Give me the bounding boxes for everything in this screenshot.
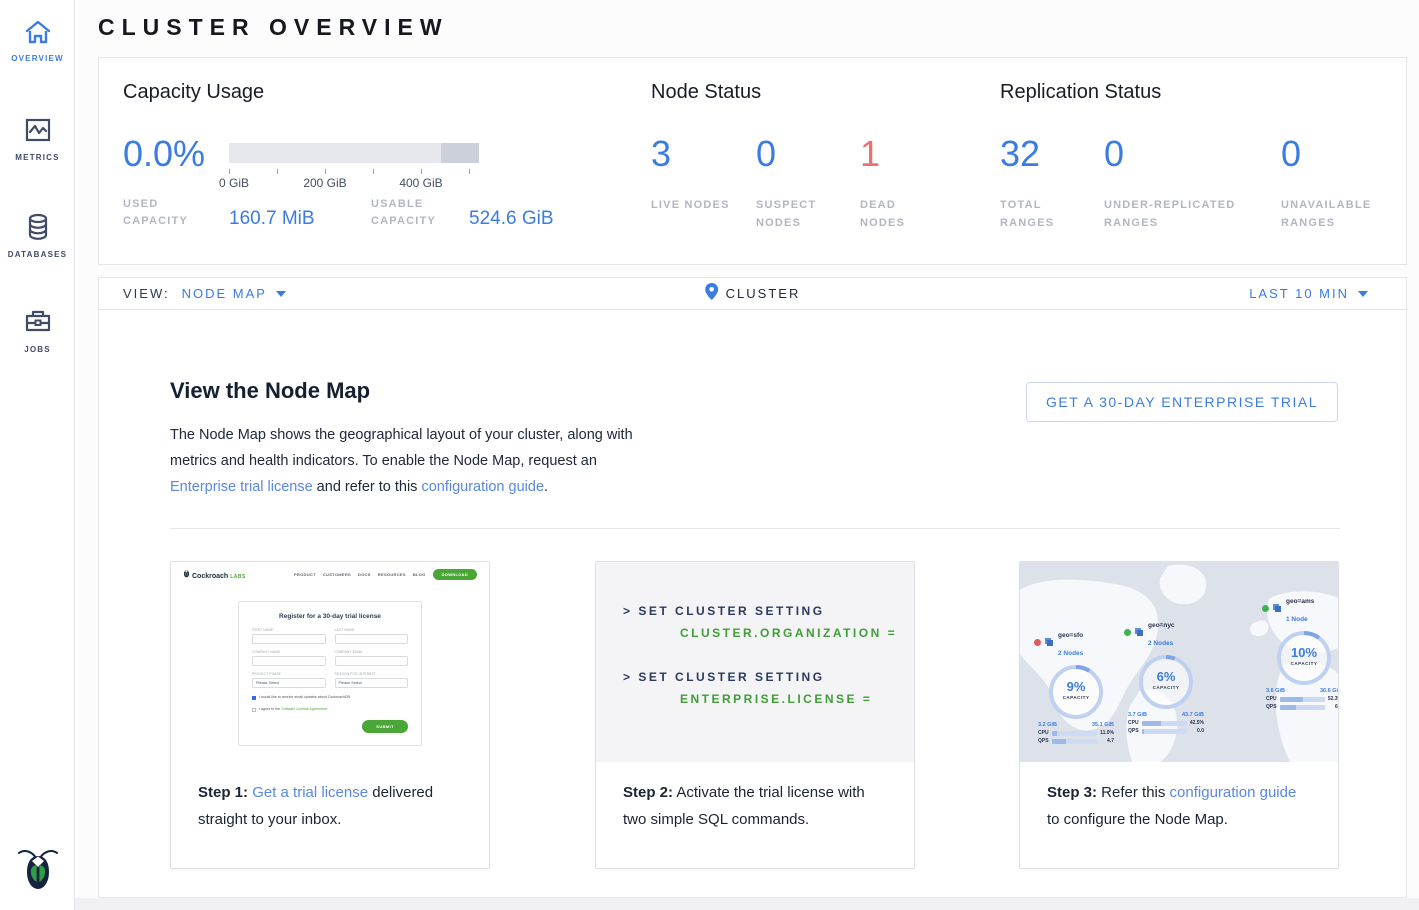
checkbox-icon	[252, 708, 256, 712]
node-map-locality-sfo: geo=sfo2 Nodes 9% CAPACITY 3.2 GiB35.1 G…	[1028, 624, 1124, 744]
suspect-nodes-label: SUSPECT NODES	[756, 196, 836, 232]
home-icon	[23, 18, 53, 46]
sql-commands-illustration: > SET CLUSTER SETTING CLUSTER.ORGANIZATI…	[596, 562, 914, 762]
cockroachdb-logo[interactable]	[0, 844, 75, 892]
live-nodes-label: LIVE NODES	[651, 196, 731, 214]
description-text: .	[544, 479, 548, 495]
axis-tick	[229, 169, 230, 174]
node-map-locality-nyc: geo=nyc2 Nodes 6% CAPACITY 3.7 GiB43.7 G…	[1118, 614, 1214, 734]
cluster-summary-card: Capacity Usage 0.0% 0 GiB 200 GiB 400 Gi…	[98, 57, 1407, 265]
axis-tick	[325, 169, 326, 174]
node-status-title: Node Status	[651, 81, 761, 104]
step2-caption: Step 2: Activate the trial license with …	[596, 762, 914, 833]
metrics-icon	[23, 117, 53, 145]
usable-capacity-label: USABLE CAPACITY	[371, 196, 461, 230]
under-replicated-ranges-label: UNDER-REPLICATED RANGES	[1104, 196, 1264, 232]
description-text: The Node Map shows the geographical layo…	[170, 427, 633, 469]
axis-tick	[469, 169, 470, 174]
node-map-locality-ams: geo=ams1 Node 10% CAPACITY 3.6 GiB36.6 G…	[1256, 590, 1338, 710]
warning-status-dot	[1034, 639, 1041, 646]
step2-card: > SET CLUSTER SETTING CLUSTER.ORGANIZATI…	[595, 561, 915, 869]
total-ranges-label: TOTAL RANGES	[1000, 196, 1080, 232]
healthy-status-dot	[1124, 629, 1131, 636]
step1-card: Cockroach LABS PRODUCT CUSTOMERS DOCS RE…	[170, 561, 490, 869]
unavailable-ranges-value: 0	[1281, 133, 1301, 175]
checkbox-checked-icon	[252, 696, 256, 700]
axis-tick-label: 200 GiB	[303, 176, 346, 190]
time-range-value: LAST 10 MIN	[1249, 286, 1349, 301]
sidebar-label-databases: DATABASES	[8, 250, 67, 259]
sidebar: OVERVIEW METRICS DATABASES JOBS	[0, 0, 75, 910]
step3-caption: Step 3: Refer this configuration guide t…	[1020, 762, 1338, 833]
trial-registration-form-image: Register for a 30-day trial license FIRS…	[238, 601, 422, 746]
page-background-strip	[75, 898, 1419, 910]
trial-signup-screenshot: Cockroach LABS PRODUCT CUSTOMERS DOCS RE…	[171, 562, 489, 762]
get-trial-license-link[interactable]: Get a trial license	[252, 784, 368, 801]
section-description: The Node Map shows the geographical layo…	[170, 422, 638, 500]
node-map-preview-image: geo=sfo2 Nodes 9% CAPACITY 3.2 GiB35.1 G…	[1020, 562, 1338, 762]
sidebar-item-jobs[interactable]: JOBS	[0, 289, 75, 368]
databases-icon	[23, 212, 53, 242]
configuration-guide-link[interactable]: configuration guide	[421, 479, 544, 495]
capacity-used-percent: 0.0%	[123, 133, 205, 175]
download-button-image: DOWNLOAD	[433, 569, 477, 580]
chevron-down-icon	[1358, 291, 1368, 297]
sidebar-item-metrics[interactable]: METRICS	[0, 99, 75, 176]
jobs-icon	[22, 307, 54, 337]
cockroach-labs-logo: Cockroach LABS	[183, 569, 246, 580]
step3-card: geo=sfo2 Nodes 9% CAPACITY 3.2 GiB35.1 G…	[1019, 561, 1339, 869]
usable-capacity-value: 524.6 GiB	[469, 208, 554, 230]
time-range-dropdown[interactable]: LAST 10 MIN	[1249, 286, 1368, 301]
location-pin-icon	[705, 283, 718, 305]
dead-nodes-label: DEAD NODES	[860, 196, 940, 232]
suspect-nodes-value: 0	[756, 133, 776, 175]
unavailable-ranges-label: UNAVAILABLE RANGES	[1281, 196, 1391, 232]
sidebar-label-overview: OVERVIEW	[11, 54, 64, 63]
enterprise-trial-license-link[interactable]: Enterprise trial license	[170, 479, 313, 495]
healthy-status-dot	[1262, 605, 1269, 612]
view-selected-value: NODE MAP	[182, 286, 267, 301]
node-icon	[1134, 627, 1145, 638]
page-title: CLUSTER OVERVIEW	[98, 14, 449, 41]
divider	[170, 528, 1340, 529]
used-capacity-value: 160.7 MiB	[229, 208, 315, 230]
breadcrumb-cluster: CLUSTER	[726, 286, 801, 301]
node-icon	[1272, 603, 1283, 614]
sidebar-item-overview[interactable]: OVERVIEW	[0, 0, 75, 77]
dead-nodes-value: 1	[860, 133, 880, 175]
used-capacity-label: USED CAPACITY	[123, 196, 213, 230]
step1-caption: Step 1: Get a trial license delivered st…	[171, 762, 489, 833]
sidebar-label-metrics: METRICS	[15, 153, 59, 162]
mini-site-nav: PRODUCT CUSTOMERS DOCS RESOURCES BLOG DO…	[294, 569, 477, 580]
chevron-down-icon	[276, 291, 286, 297]
view-selector-dropdown[interactable]: NODE MAP	[182, 286, 286, 301]
sidebar-label-jobs: JOBS	[24, 345, 51, 354]
get-enterprise-trial-button[interactable]: GET A 30-DAY ENTERPRISE TRIAL	[1026, 382, 1338, 422]
view-bar: VIEW: NODE MAP CLUSTER LAST 10 MIN	[98, 277, 1407, 310]
axis-tick	[421, 169, 422, 174]
section-heading: View the Node Map	[170, 378, 370, 404]
view-label: VIEW:	[123, 286, 170, 301]
node-map-panel: View the Node Map The Node Map shows the…	[98, 310, 1407, 898]
capacity-bar-reserved-segment	[441, 143, 479, 163]
axis-tick	[373, 169, 374, 174]
axis-tick	[277, 169, 278, 174]
node-icon	[1044, 637, 1055, 648]
description-text: and refer to this	[313, 479, 422, 495]
submit-button-image: SUBMIT	[362, 720, 408, 733]
capacity-usage-bar	[229, 143, 479, 163]
sidebar-item-databases[interactable]: DATABASES	[0, 194, 75, 273]
total-ranges-value: 32	[1000, 133, 1040, 175]
capacity-usage-title: Capacity Usage	[123, 81, 264, 104]
under-replicated-ranges-value: 0	[1104, 133, 1124, 175]
axis-tick-label: 0 GiB	[219, 176, 249, 190]
live-nodes-value: 3	[651, 133, 671, 175]
configuration-guide-link[interactable]: configuration guide	[1170, 784, 1297, 801]
axis-tick-label: 400 GiB	[399, 176, 442, 190]
replication-status-title: Replication Status	[1000, 81, 1161, 104]
